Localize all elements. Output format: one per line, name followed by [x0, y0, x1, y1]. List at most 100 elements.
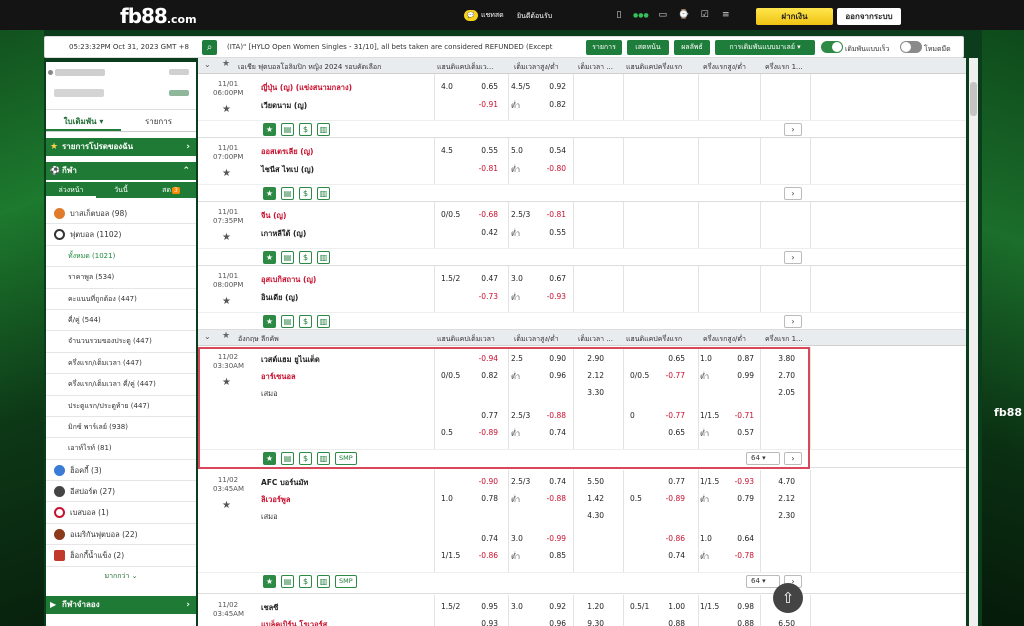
- soccer-sub-mix-parlay[interactable]: มิกซ์ พาร์เลย์ (938): [46, 417, 196, 439]
- favorite-star-icon[interactable]: ★: [222, 377, 231, 388]
- alt-first-half-home-odds[interactable]: -0.77: [655, 411, 685, 420]
- first-half-home-price[interactable]: 4.70: [765, 477, 795, 486]
- sports-menu-header[interactable]: ⚽ กีฬา ⌃: [46, 162, 196, 180]
- chart-icon[interactable]: ▥: [317, 452, 330, 465]
- away-odds[interactable]: -0.81: [468, 164, 498, 173]
- expand-markets-button[interactable]: ›: [784, 123, 802, 136]
- away-win-price[interactable]: 9.30: [574, 619, 604, 626]
- sport-item-baseball[interactable]: เบสบอล (1): [46, 502, 196, 524]
- over-odds[interactable]: 0.67: [536, 274, 566, 283]
- favorite-star-icon[interactable]: ★: [222, 500, 231, 511]
- first-half-over-odds[interactable]: 0.98: [724, 602, 754, 611]
- live-stats-button[interactable]: เสตหน้น: [627, 40, 669, 55]
- cashout-icon[interactable]: $: [299, 123, 312, 136]
- home-odds[interactable]: 0.95: [468, 602, 498, 611]
- stats-icon[interactable]: ▤: [281, 187, 294, 200]
- first-half-over-odds[interactable]: -0.93: [724, 477, 754, 486]
- more-markets-count[interactable]: 64 ▾: [746, 575, 780, 588]
- away-odds[interactable]: 0.93: [468, 619, 498, 626]
- live-chat-link[interactable]: 💬 แชทสด: [464, 10, 504, 21]
- stats-icon[interactable]: ▤: [281, 575, 294, 588]
- first-half-home-odds[interactable]: 1.00: [655, 602, 685, 611]
- under-odds[interactable]: 0.96: [536, 619, 566, 626]
- home-odds[interactable]: 0.55: [468, 146, 498, 155]
- over-odds[interactable]: 0.54: [536, 146, 566, 155]
- search-icon[interactable]: ⌕: [202, 40, 217, 55]
- home-odds[interactable]: -0.90: [468, 477, 498, 486]
- away-odds[interactable]: 0.42: [468, 228, 498, 237]
- favorites-menu[interactable]: ★ รายการโปรดของฉัน ›: [46, 138, 196, 156]
- alt-over-odds[interactable]: -0.88: [536, 411, 566, 420]
- alt-first-half-under-odds[interactable]: 0.57: [724, 428, 754, 437]
- dark-mode-toggle[interactable]: [900, 41, 922, 53]
- chart-icon[interactable]: ▥: [317, 315, 330, 328]
- alt-home-odds[interactable]: 0.77: [468, 411, 498, 420]
- first-half-away-odds[interactable]: -0.89: [655, 494, 685, 503]
- sport-item-esports[interactable]: อีสปอร์ต (27): [46, 481, 196, 503]
- deposit-button[interactable]: ฝากเงิน: [756, 8, 833, 25]
- league-header[interactable]: ⌄ ★ อังกฤษ ลีกคัพ แฮนดิแคปเต็มเวลา เต็มเ…: [198, 330, 966, 346]
- cashout-icon[interactable]: $: [299, 251, 312, 264]
- over-odds[interactable]: 0.90: [536, 354, 566, 363]
- smp-button[interactable]: SMP: [335, 575, 357, 588]
- tab-betslip[interactable]: ใบเดิมพัน ▾: [46, 112, 121, 131]
- away-win-price[interactable]: 2.12: [574, 371, 604, 380]
- alt-first-half-under-odds[interactable]: -0.78: [724, 551, 754, 560]
- home-odds[interactable]: -0.68: [468, 210, 498, 219]
- expand-markets-button[interactable]: ›: [784, 187, 802, 200]
- first-half-away-price[interactable]: 2.12: [765, 494, 795, 503]
- home-odds[interactable]: 0.65: [468, 82, 498, 91]
- alt-first-half-away-odds[interactable]: 0.65: [655, 428, 685, 437]
- scrollbar[interactable]: [969, 58, 978, 626]
- cashout-icon[interactable]: $: [299, 187, 312, 200]
- away-odds[interactable]: -0.91: [468, 100, 498, 109]
- first-half-away-odds[interactable]: -0.77: [655, 371, 685, 380]
- home-win-price[interactable]: 2.90: [574, 354, 604, 363]
- under-odds[interactable]: -0.80: [536, 164, 566, 173]
- cashout-icon[interactable]: $: [299, 452, 312, 465]
- sport-item-ice-hockey[interactable]: ฮ็อกกี้น้ำแข็ง (2): [46, 545, 196, 567]
- soccer-sub-ht-ft[interactable]: ครึ่งแรก/เต็มเวลา (447): [46, 353, 196, 375]
- scrollbar-thumb[interactable]: [970, 82, 977, 116]
- expand-markets-button[interactable]: ›: [784, 452, 802, 465]
- tab-early[interactable]: ล่วงหน้า: [46, 182, 96, 198]
- first-half-over-odds[interactable]: 0.87: [724, 354, 754, 363]
- list-button[interactable]: รายการ: [586, 40, 622, 55]
- first-half-home-price[interactable]: 3.80: [765, 354, 795, 363]
- first-half-under-odds[interactable]: 0.79: [724, 494, 754, 503]
- stats-icon[interactable]: ▤: [281, 123, 294, 136]
- alt-first-half-home-odds[interactable]: -0.86: [655, 534, 685, 543]
- away-odds[interactable]: 0.82: [468, 371, 498, 380]
- first-half-away-price[interactable]: 2.70: [765, 371, 795, 380]
- show-more-sports[interactable]: มากกว่า ⌄: [46, 567, 196, 585]
- chart-icon[interactable]: ▥: [317, 123, 330, 136]
- menu-icon[interactable]: ≡: [719, 9, 733, 21]
- mobile-icon[interactable]: ▯: [612, 9, 626, 21]
- virtual-sports-menu[interactable]: ▶ กีฬาจำลอง ›: [46, 596, 196, 614]
- smp-button[interactable]: SMP: [335, 452, 357, 465]
- first-half-draw-price[interactable]: 2.30: [765, 511, 795, 520]
- alt-over-odds[interactable]: -0.99: [536, 534, 566, 543]
- stats-icon[interactable]: ▤: [281, 315, 294, 328]
- favorite-star-button[interactable]: ★: [263, 251, 276, 264]
- first-half-draw-price[interactable]: 2.05: [765, 388, 795, 397]
- away-odds[interactable]: -0.73: [468, 292, 498, 301]
- cashout-icon[interactable]: $: [299, 315, 312, 328]
- stats-icon[interactable]: ▤: [281, 251, 294, 264]
- more-markets-count[interactable]: 64 ▾: [746, 452, 780, 465]
- first-half-home-odds[interactable]: 0.77: [655, 477, 685, 486]
- soccer-sub-ht-ft-odd-even[interactable]: ครึ่งแรก/เต็มเวลา คี่/คู่ (447): [46, 374, 196, 396]
- alt-under-odds[interactable]: 0.74: [536, 428, 566, 437]
- promo-ticket-icon[interactable]: ▭: [656, 9, 670, 21]
- first-half-under-odds[interactable]: 0.99: [724, 371, 754, 380]
- away-win-price[interactable]: 1.42: [574, 494, 604, 503]
- soccer-sub-outright[interactable]: เอาท์ไรท์ (81): [46, 438, 196, 460]
- sport-item-basketball[interactable]: บาสเก็ตบอล (98): [46, 203, 196, 225]
- back-to-top-button[interactable]: ⇧: [773, 583, 803, 613]
- over-odds[interactable]: 0.74: [536, 477, 566, 486]
- cashout-icon[interactable]: $: [299, 575, 312, 588]
- first-half-away-price[interactable]: 6.50: [765, 619, 795, 626]
- soccer-sub-all[interactable]: ทั้งหมด (1021): [46, 246, 196, 268]
- first-half-home-odds[interactable]: 0.65: [655, 354, 685, 363]
- sport-item-american-football[interactable]: อเมริกันฟุตบอล (22): [46, 524, 196, 546]
